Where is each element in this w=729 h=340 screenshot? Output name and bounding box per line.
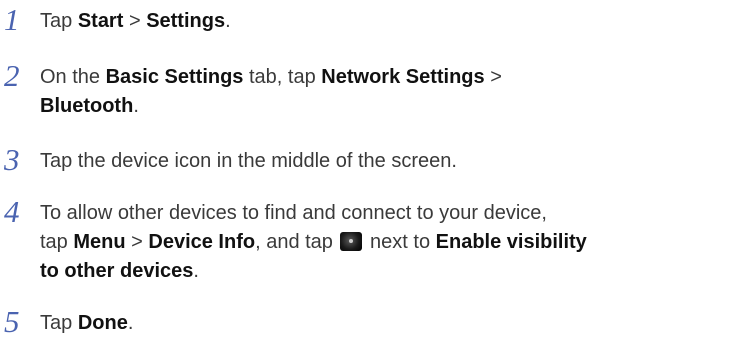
step-number: 3 — [4, 142, 20, 177]
menu-term-menu: Menu — [73, 231, 126, 253]
menu-term-basic-settings: Basic Settings — [105, 66, 244, 88]
step-text: To allow other devices to find and conne… — [40, 199, 720, 286]
menu-term-bluetooth: Bluetooth — [40, 95, 134, 117]
step-text-segment: . — [133, 95, 139, 117]
step-text-segment: > — [484, 66, 502, 88]
step-text: Tap the device icon in the middle of the… — [40, 147, 720, 176]
step-text-segment: . — [127, 312, 134, 334]
step-text: Tap Done. — [40, 309, 720, 338]
menu-term-device-info: Device Info — [148, 231, 256, 253]
step-text: Tap Start > Settings. — [40, 7, 720, 36]
menu-term-settings: Settings — [146, 10, 226, 32]
menu-term-other-devices: to other devices — [40, 260, 194, 282]
step-text-segment: On the — [40, 66, 106, 88]
step-text-segment: Tap the device icon in the middle of the… — [40, 150, 457, 172]
step-text-segment: . — [193, 260, 199, 282]
step-text-segment: Tap — [40, 10, 78, 32]
menu-term-enable-visibility: Enable visibility — [435, 231, 587, 253]
step-text: On the Basic Settings tab, tap Network S… — [40, 63, 720, 121]
step-text-segment: > — [125, 231, 149, 253]
step-text-segment: > — [123, 10, 147, 32]
step-text-segment: , and tap — [255, 231, 339, 253]
step-number: 1 — [4, 2, 20, 37]
step-text-segment: To allow other devices to find and conne… — [40, 202, 547, 224]
step-text-segment: tab, tap — [243, 66, 322, 88]
step-text-segment: . — [225, 10, 231, 32]
step-number: 5 — [4, 304, 20, 339]
step-text-segment: tap — [40, 231, 74, 253]
step-text-segment: next to — [364, 231, 436, 253]
menu-term-network-settings: Network Settings — [321, 66, 485, 88]
step-text-segment: Tap — [40, 312, 78, 334]
step-number: 4 — [4, 194, 20, 229]
visibility-toggle-icon — [340, 232, 363, 251]
menu-term-done: Done — [77, 312, 128, 334]
step-number: 2 — [4, 58, 20, 93]
menu-term-start: Start — [77, 10, 124, 32]
